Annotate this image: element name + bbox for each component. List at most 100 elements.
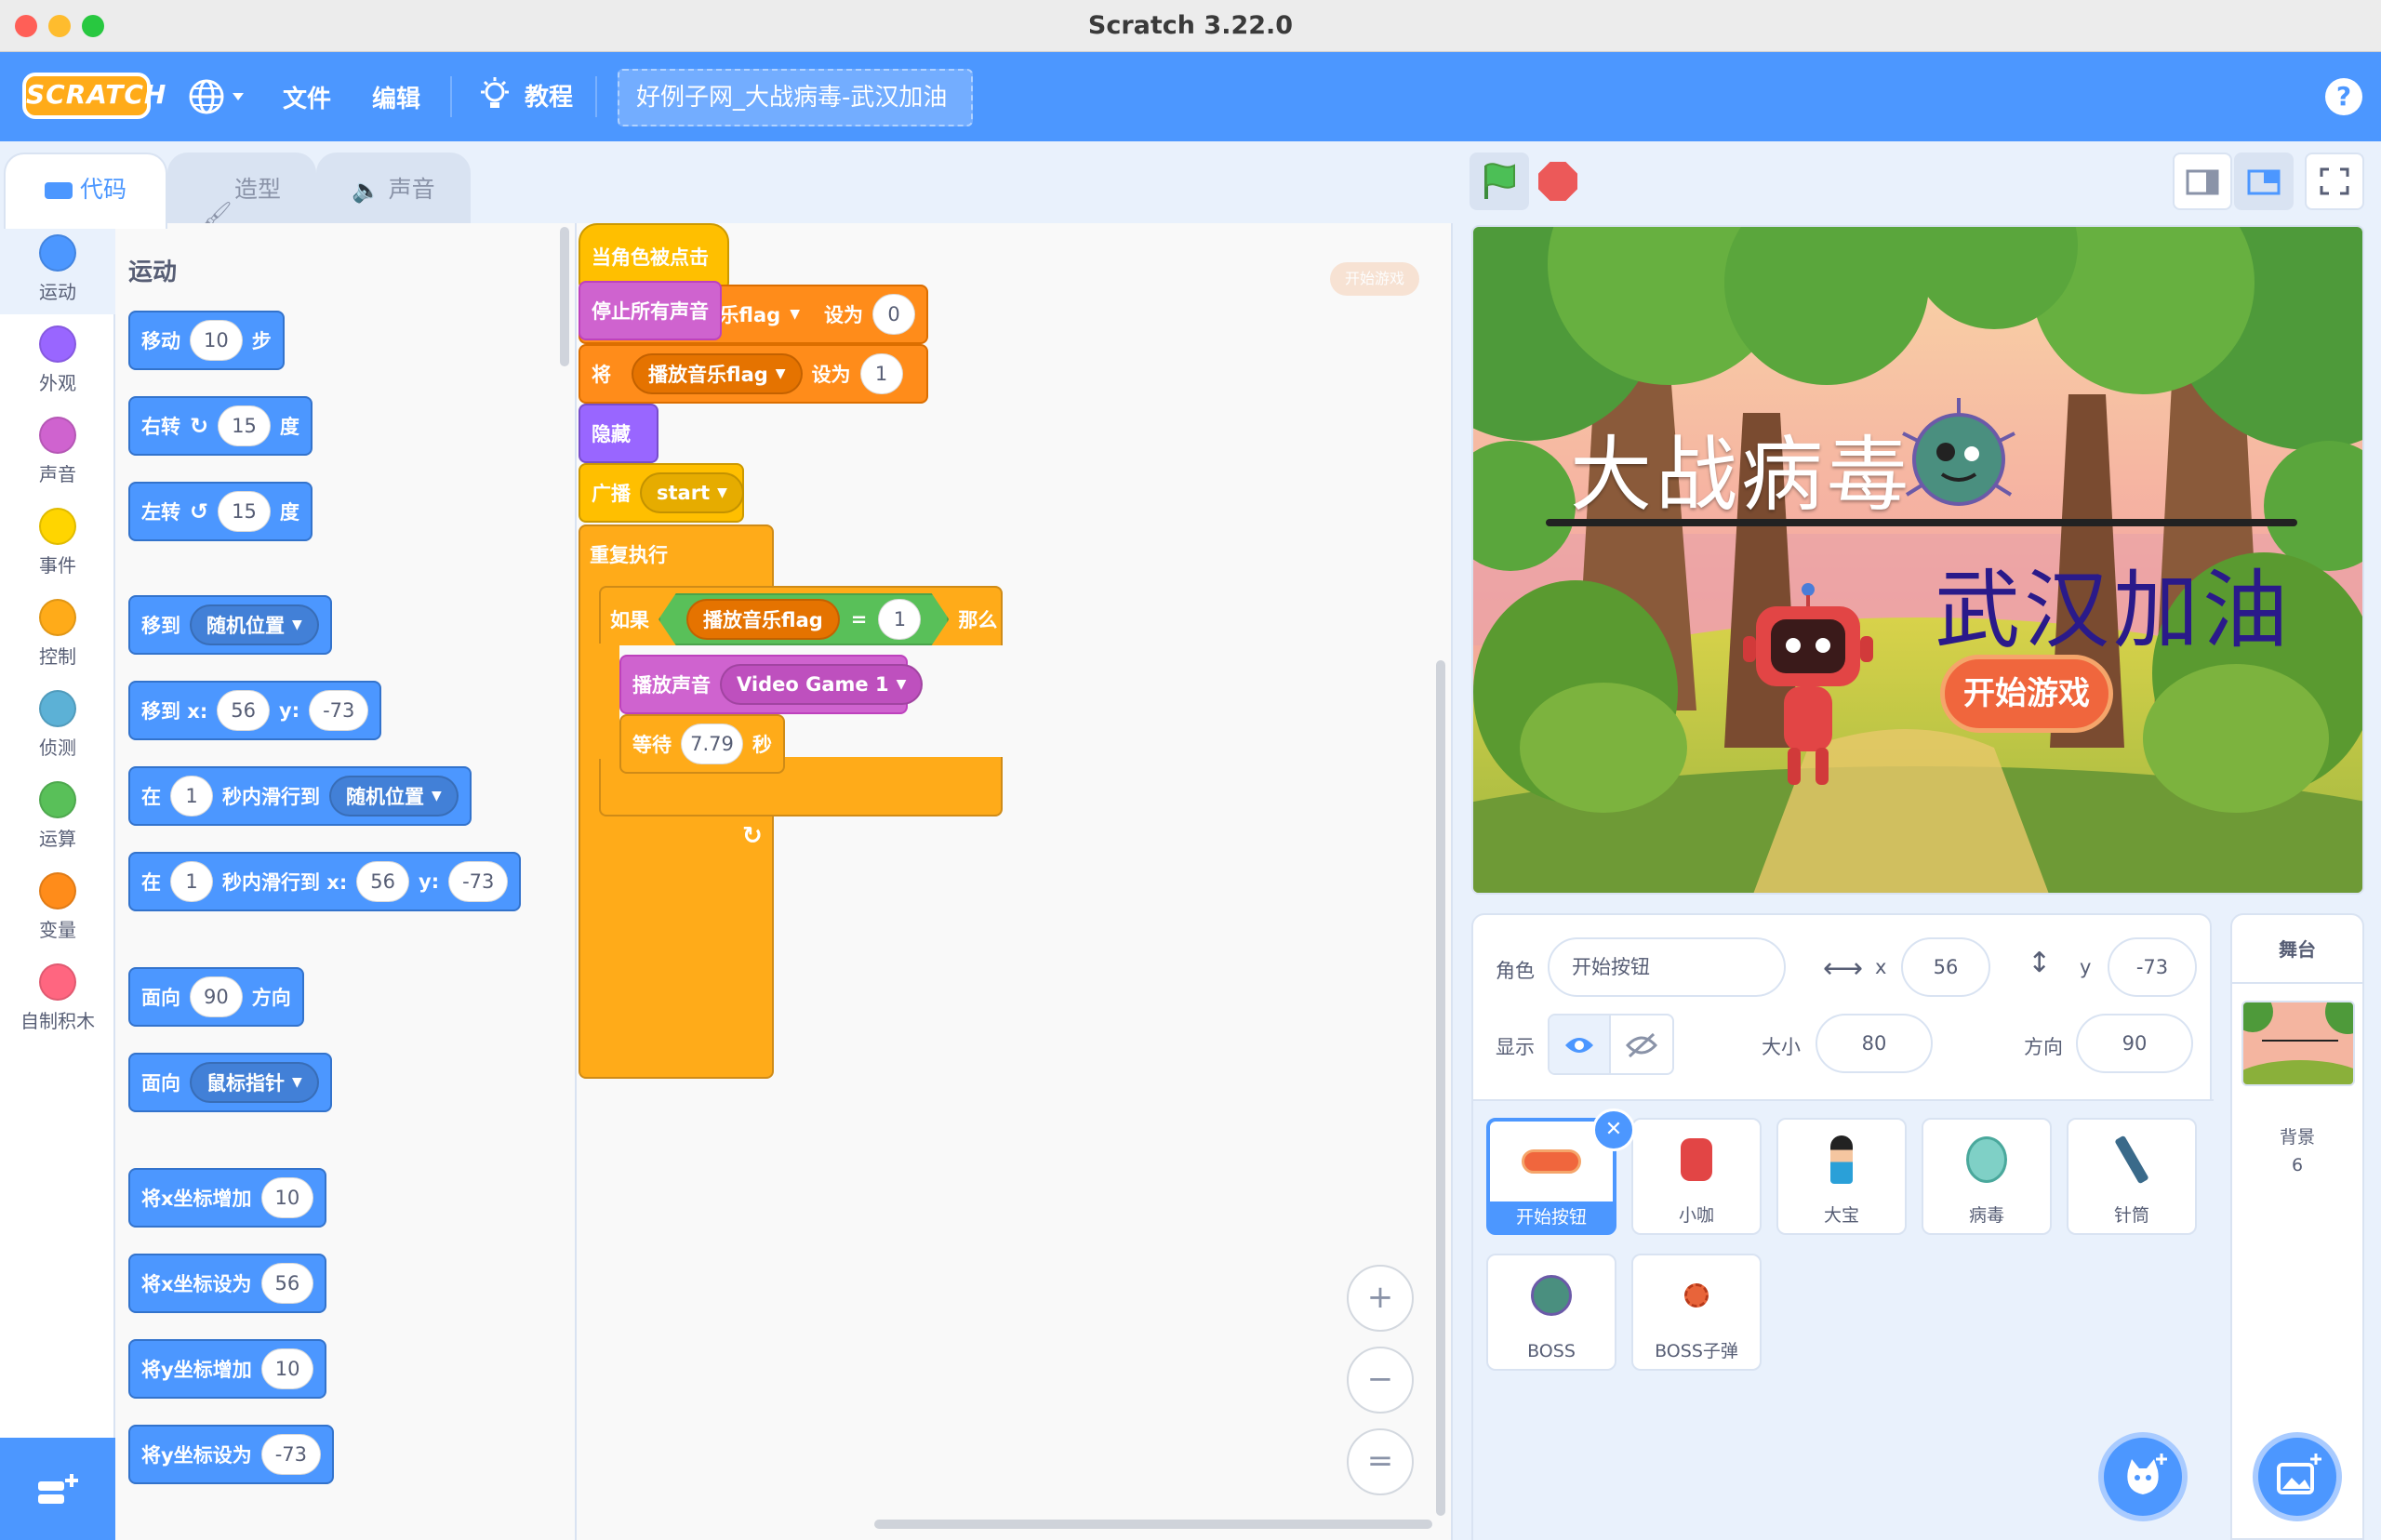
block-forever[interactable]: 重复执行 <box>579 524 774 584</box>
block-stop-all-sounds[interactable]: 停止所有声音 <box>579 281 722 340</box>
file-menu[interactable]: 文件 <box>283 80 331 114</box>
category-my-blocks[interactable]: 自制积木 <box>0 952 115 1043</box>
fullscreen-button[interactable] <box>2305 153 2364 210</box>
sprite-tile-boss-bullet[interactable]: BOSS子弹 <box>1631 1254 1762 1371</box>
workspace-horizontal-scrollbar[interactable] <box>874 1520 1432 1529</box>
x-input[interactable]: 56 <box>1901 937 1990 997</box>
delete-sprite-button[interactable]: ✕ <box>1592 1109 1635 1151</box>
block-input[interactable]: 56 <box>217 690 270 731</box>
green-flag-button[interactable] <box>1470 153 1529 210</box>
block-wait[interactable]: 等待 7.79 秒 <box>619 714 785 774</box>
category-events[interactable]: 事件 <box>0 497 115 588</box>
block-change-y[interactable]: 将y坐标增加 10 <box>128 1339 327 1399</box>
block-input[interactable]: 7.79 <box>681 724 743 764</box>
sprite-tile-boss[interactable]: BOSS <box>1486 1254 1616 1371</box>
category-control[interactable]: 控制 <box>0 588 115 679</box>
tab-sounds[interactable]: 🔈 声音 <box>316 153 471 225</box>
block-play-sound[interactable]: 播放声音 Video Game 1 ▼ <box>619 655 924 714</box>
block-turn-left[interactable]: 左转 ↺ 15 度 <box>128 482 313 541</box>
variable-reporter[interactable]: 播放音乐flag <box>686 599 840 640</box>
vertical-arrows-icon: ↕ <box>2028 947 2052 979</box>
block-glide[interactable]: 在 1 秒内滑行到 随机位置 ▼ <box>128 766 472 826</box>
block-input[interactable]: -73 <box>260 1434 322 1475</box>
block-input[interactable]: 90 <box>190 976 243 1017</box>
block-input[interactable]: -73 <box>448 861 509 902</box>
block-input[interactable]: 56 <box>260 1263 314 1304</box>
block-point-direction[interactable]: 面向 90 方向 <box>128 967 304 1027</box>
sprite-tile-start-button[interactable]: ✕ 开始按钮 <box>1486 1109 1635 1235</box>
tab-costumes[interactable]: 🖌造型 <box>167 153 316 227</box>
script-workspace[interactable]: 开始游戏 当角色被点击 乐flag ▼ 设为 0 停止所有声音 将 播放音乐fl… <box>577 223 1453 1540</box>
block-dropdown[interactable]: 随机位置 ▼ <box>190 604 319 645</box>
show-sprite-button[interactable] <box>1550 1016 1612 1073</box>
zoom-reset-button[interactable]: = <box>1347 1428 1414 1495</box>
block-if-then[interactable]: 如果 播放音乐flag = 1 那么 <box>599 586 1003 653</box>
tutorials-menu[interactable]: 教程 <box>478 76 573 113</box>
block-dropdown[interactable]: 随机位置 ▼ <box>329 776 459 816</box>
tab-code[interactable]: 代码 <box>4 153 167 229</box>
zoom-out-button[interactable]: − <box>1347 1347 1414 1414</box>
stage-thumbnail <box>2241 1001 2355 1086</box>
sprite-tile-virus[interactable]: 病毒 <box>1922 1118 2052 1235</box>
block-input[interactable]: 10 <box>260 1177 314 1218</box>
palette-scrollbar[interactable] <box>560 227 569 366</box>
sound-dropdown[interactable]: Video Game 1 ▼ <box>720 664 924 705</box>
edit-menu[interactable]: 编辑 <box>372 80 420 114</box>
block-input[interactable]: 1 <box>878 599 922 640</box>
category-operators[interactable]: 运算 <box>0 770 115 861</box>
hide-sprite-button[interactable] <box>1611 1016 1672 1073</box>
stage-canvas[interactable]: 大战病毒 武汉加油 开始游戏 <box>1471 225 2364 895</box>
block-input[interactable]: 1 <box>170 776 213 816</box>
block-set-variable-flag-1[interactable]: 将 播放音乐flag ▼ 设为 1 <box>579 344 928 404</box>
category-looks[interactable]: 外观 <box>0 314 115 405</box>
y-input[interactable]: -73 <box>2108 937 2197 997</box>
block-change-x[interactable]: 将x坐标增加 10 <box>128 1168 327 1228</box>
block-set-x[interactable]: 将x坐标设为 56 <box>128 1254 327 1313</box>
variable-dropdown[interactable]: 播放音乐flag ▼ <box>632 353 803 394</box>
message-dropdown[interactable]: start ▼ <box>640 472 744 513</box>
scratch-logo[interactable]: SCRATCH <box>22 73 166 119</box>
block-set-y[interactable]: 将y坐标设为 -73 <box>128 1425 335 1484</box>
choose-backdrop-button[interactable] <box>2253 1432 2342 1521</box>
language-menu[interactable] <box>186 76 253 117</box>
block-move-steps[interactable]: 移动 10 步 <box>128 311 285 370</box>
block-input[interactable]: -73 <box>309 690 369 731</box>
block-goto[interactable]: 移到 随机位置 ▼ <box>128 595 332 655</box>
block-input[interactable]: 10 <box>190 320 243 361</box>
direction-input[interactable]: 90 <box>2076 1014 2193 1073</box>
choose-sprite-button[interactable] <box>2098 1432 2188 1521</box>
category-variables[interactable]: 变量 <box>0 861 115 952</box>
project-title-input[interactable]: 好例子网_大战病毒-武汉加油 <box>618 69 973 126</box>
category-sound[interactable]: 声音 <box>0 405 115 497</box>
block-dropdown[interactable]: 鼠标指针 ▼ <box>190 1062 319 1103</box>
workspace-vertical-scrollbar[interactable] <box>1436 660 1445 1516</box>
stage-start-game-button[interactable]: 开始游戏 <box>1940 655 2113 733</box>
category-sensing[interactable]: 侦测 <box>0 679 115 770</box>
block-hide[interactable]: 隐藏 <box>579 404 658 463</box>
sprite-tile-dabao[interactable]: 大宝 <box>1776 1118 1907 1235</box>
stop-button[interactable] <box>1538 162 1577 201</box>
block-broadcast[interactable]: 广播 start ▼ <box>579 463 744 523</box>
block-input[interactable]: 0 <box>872 294 915 335</box>
size-input[interactable]: 80 <box>1816 1014 1933 1073</box>
block-input[interactable]: 56 <box>356 861 409 902</box>
block-input[interactable]: 15 <box>218 405 271 446</box>
block-point-towards[interactable]: 面向 鼠标指针 ▼ <box>128 1053 332 1112</box>
sprite-tile-syringe[interactable]: 针筒 <box>2067 1118 2197 1235</box>
block-turn-right[interactable]: 右转 ↻ 15 度 <box>128 396 313 456</box>
sprite-tile-xiaoka[interactable]: 小咖 <box>1631 1118 1762 1235</box>
sprite-name-input[interactable]: 开始按钮 <box>1548 937 1786 997</box>
equals-operator[interactable]: 播放音乐flag = 1 <box>658 593 950 645</box>
block-input[interactable]: 1 <box>859 353 903 394</box>
add-extension-button[interactable] <box>0 1438 115 1540</box>
block-input[interactable]: 1 <box>170 861 213 902</box>
block-input[interactable]: 15 <box>218 491 271 532</box>
zoom-in-button[interactable]: + <box>1347 1265 1414 1332</box>
category-motion[interactable]: 运动 <box>0 223 115 314</box>
block-glide-xy[interactable]: 在 1 秒内滑行到 x: 56 y: -73 <box>128 852 522 911</box>
block-goto-xy[interactable]: 移到 x: 56 y: -73 <box>128 681 382 740</box>
block-input[interactable]: 10 <box>260 1348 314 1389</box>
normal-stage-button[interactable] <box>2234 153 2294 210</box>
help-button[interactable]: ? <box>2325 78 2362 115</box>
small-stage-button[interactable] <box>2173 153 2232 210</box>
